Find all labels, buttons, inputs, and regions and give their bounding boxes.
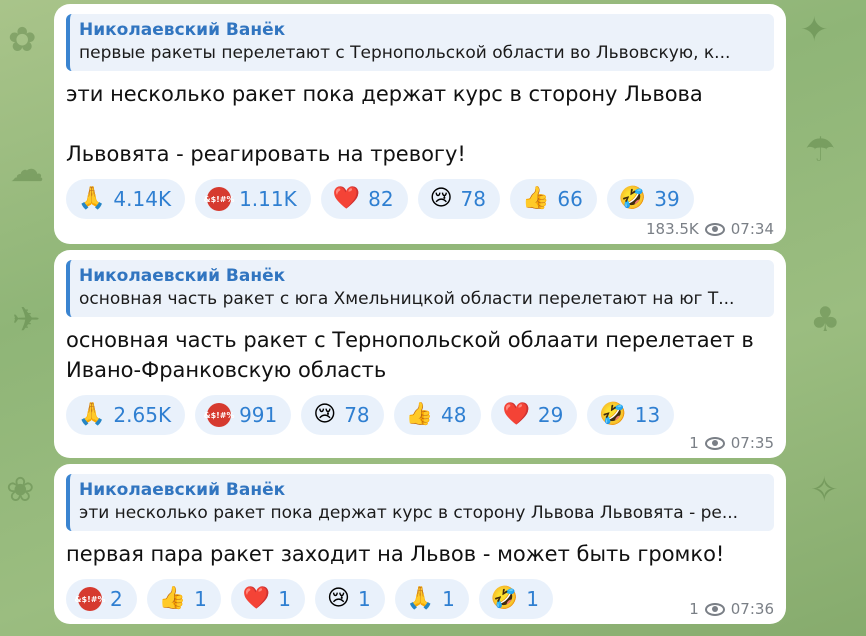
reaction-button[interactable]: 🙏 4.14K	[66, 179, 186, 219]
message-line: первая пара ракет заходит на Львов - мож…	[66, 542, 725, 566]
view-count: 183.5K	[645, 220, 699, 238]
message-bubble[interactable]: Николаевский Ванёк основная часть ракет …	[54, 250, 786, 458]
reply-quote[interactable]: Николаевский Ванёк основная часть ракет …	[66, 260, 774, 317]
background-doodle: ☁	[10, 150, 44, 190]
message-line: эти несколько ракет пока держат курс в с…	[66, 82, 703, 106]
reaction-count: 39	[654, 187, 680, 211]
thumbs-up-icon: 👍	[158, 586, 187, 611]
reaction-button[interactable]: 🤣 13	[587, 395, 675, 435]
reaction-button[interactable]: 👍 48	[393, 395, 481, 435]
rofl-icon: 🤣	[618, 186, 647, 211]
reactions-bar: 🙏 2.65K &$!#% 991 😢 78 👍 48 ❤️ 29 🤣 13	[66, 395, 774, 435]
background-doodle: ☂	[805, 130, 836, 170]
background-doodle: ✈	[12, 300, 41, 340]
reaction-count: 48	[441, 403, 467, 427]
reply-quote[interactable]: Николаевский Ванёк первые ракеты перелет…	[66, 14, 774, 71]
message-time: 07:35	[730, 434, 774, 452]
crying-face-icon: 😢	[313, 402, 337, 427]
reaction-button[interactable]: 😢 1	[315, 579, 385, 619]
heart-icon: ❤️	[332, 186, 361, 211]
message-meta: 183.5K 07:34	[646, 220, 774, 238]
message-bubble[interactable]: Николаевский Ванёк первые ракеты перелет…	[54, 4, 786, 244]
reaction-button[interactable]: 👍 66	[509, 179, 597, 219]
message-text: эти несколько ракет пока держат курс в с…	[66, 79, 774, 169]
message-line: Львовята - реагировать на тревогу!	[66, 142, 466, 166]
reaction-count: 2	[110, 587, 123, 611]
background-doodle: ✿	[8, 20, 37, 60]
crying-face-icon: 😢	[429, 186, 453, 211]
reaction-button[interactable]: 👍 1	[146, 579, 221, 619]
heart-icon: ❤️	[502, 402, 530, 427]
eye-icon	[704, 222, 725, 236]
reaction-count: 1	[442, 587, 455, 611]
reply-quote[interactable]: Николаевский Ванёк эти несколько ракет п…	[66, 474, 774, 531]
reaction-count: 29	[537, 403, 564, 427]
message-meta: 1 07:36	[689, 600, 774, 618]
pray-icon: 🙏	[78, 186, 106, 211]
crying-face-icon: 😢	[327, 586, 350, 611]
pray-icon: 🙏	[78, 402, 106, 427]
reaction-count: 13	[634, 403, 661, 427]
rofl-icon: 🤣	[490, 586, 519, 611]
reaction-count: 66	[557, 187, 583, 211]
reactions-bar: 🙏 4.14K &$!#% 1.11K ❤️ 82 😢 78 👍 66 🤣 39	[66, 179, 774, 219]
message-line: основная часть ракет с Тернопольской обл…	[66, 328, 754, 352]
reaction-button[interactable]: 😢 78	[301, 395, 384, 435]
message-text: первая пара ракет заходит на Львов - мож…	[66, 539, 774, 569]
angry-face-icon: &$!#%	[204, 187, 235, 211]
view-count: 1	[689, 434, 699, 452]
reaction-button[interactable]: 😢 78	[417, 179, 500, 219]
message-time: 07:34	[730, 220, 774, 238]
heart-icon: ❤️	[242, 586, 271, 611]
thumbs-up-icon: 👍	[405, 402, 434, 427]
view-count: 1	[689, 600, 699, 618]
reaction-count: 2.65K	[113, 403, 172, 427]
background-doodle: ✧	[810, 470, 839, 510]
reaction-button[interactable]: ❤️ 1	[230, 579, 306, 619]
reaction-count: 991	[239, 403, 278, 427]
thumbs-up-icon: 👍	[521, 186, 550, 211]
reaction-count: 4.14K	[113, 187, 172, 211]
reaction-count: 1	[194, 587, 207, 611]
background-doodle: ♣	[810, 300, 841, 340]
reply-snippet: первые ракеты перелетают с Тернопольской…	[79, 43, 731, 63]
reaction-count: 1.11K	[239, 187, 297, 211]
reaction-button[interactable]: ❤️ 29	[490, 395, 578, 435]
reply-snippet: эти несколько ракет пока держат курс в с…	[79, 503, 739, 523]
angry-face-icon: &$!#%	[75, 587, 105, 611]
reaction-button[interactable]: 🙏 1	[394, 579, 469, 619]
reply-author: Николаевский Ванёк	[79, 480, 286, 500]
reaction-button[interactable]: &$!#% 1.11K	[195, 179, 311, 219]
reaction-count: 78	[344, 403, 370, 427]
message-meta: 1 07:35	[689, 434, 774, 452]
reaction-button[interactable]: &$!#% 2	[66, 579, 137, 619]
reply-snippet: основная часть ракет с юга Хмельницкой о…	[79, 289, 735, 309]
reply-author: Николаевский Ванёк	[79, 20, 286, 40]
reaction-button[interactable]: 🙏 2.65K	[66, 395, 186, 435]
reaction-button[interactable]: 🤣 39	[606, 179, 694, 219]
reaction-count: 1	[357, 587, 371, 611]
reaction-button[interactable]: 🤣 1	[478, 579, 553, 619]
reactions-bar: &$!#% 2 👍 1 ❤️ 1 😢 1 🙏 1 🤣 1	[66, 579, 774, 619]
message-text: основная часть ракет с Тернопольской обл…	[66, 325, 774, 385]
background-doodle: ❀	[6, 470, 35, 510]
reply-author: Николаевский Ванёк	[79, 266, 286, 286]
message-line: Ивано-Франковскую область	[66, 358, 387, 382]
message-line	[66, 109, 774, 139]
reaction-button[interactable]: ❤️ 82	[320, 179, 408, 219]
reaction-button[interactable]: &$!#% 991	[195, 395, 292, 435]
reaction-count: 1	[278, 587, 292, 611]
reaction-count: 82	[368, 187, 394, 211]
message-bubble[interactable]: Николаевский Ванёк эти несколько ракет п…	[54, 464, 786, 624]
eye-icon	[704, 436, 725, 450]
rofl-icon: 🤣	[599, 402, 627, 427]
eye-icon	[704, 602, 725, 616]
reaction-count: 1	[526, 587, 539, 611]
reaction-count: 78	[460, 187, 486, 211]
angry-face-icon: &$!#%	[204, 403, 235, 427]
background-doodle: ✦	[800, 10, 829, 50]
pray-icon: 🙏	[406, 586, 435, 611]
message-time: 07:36	[730, 600, 774, 618]
